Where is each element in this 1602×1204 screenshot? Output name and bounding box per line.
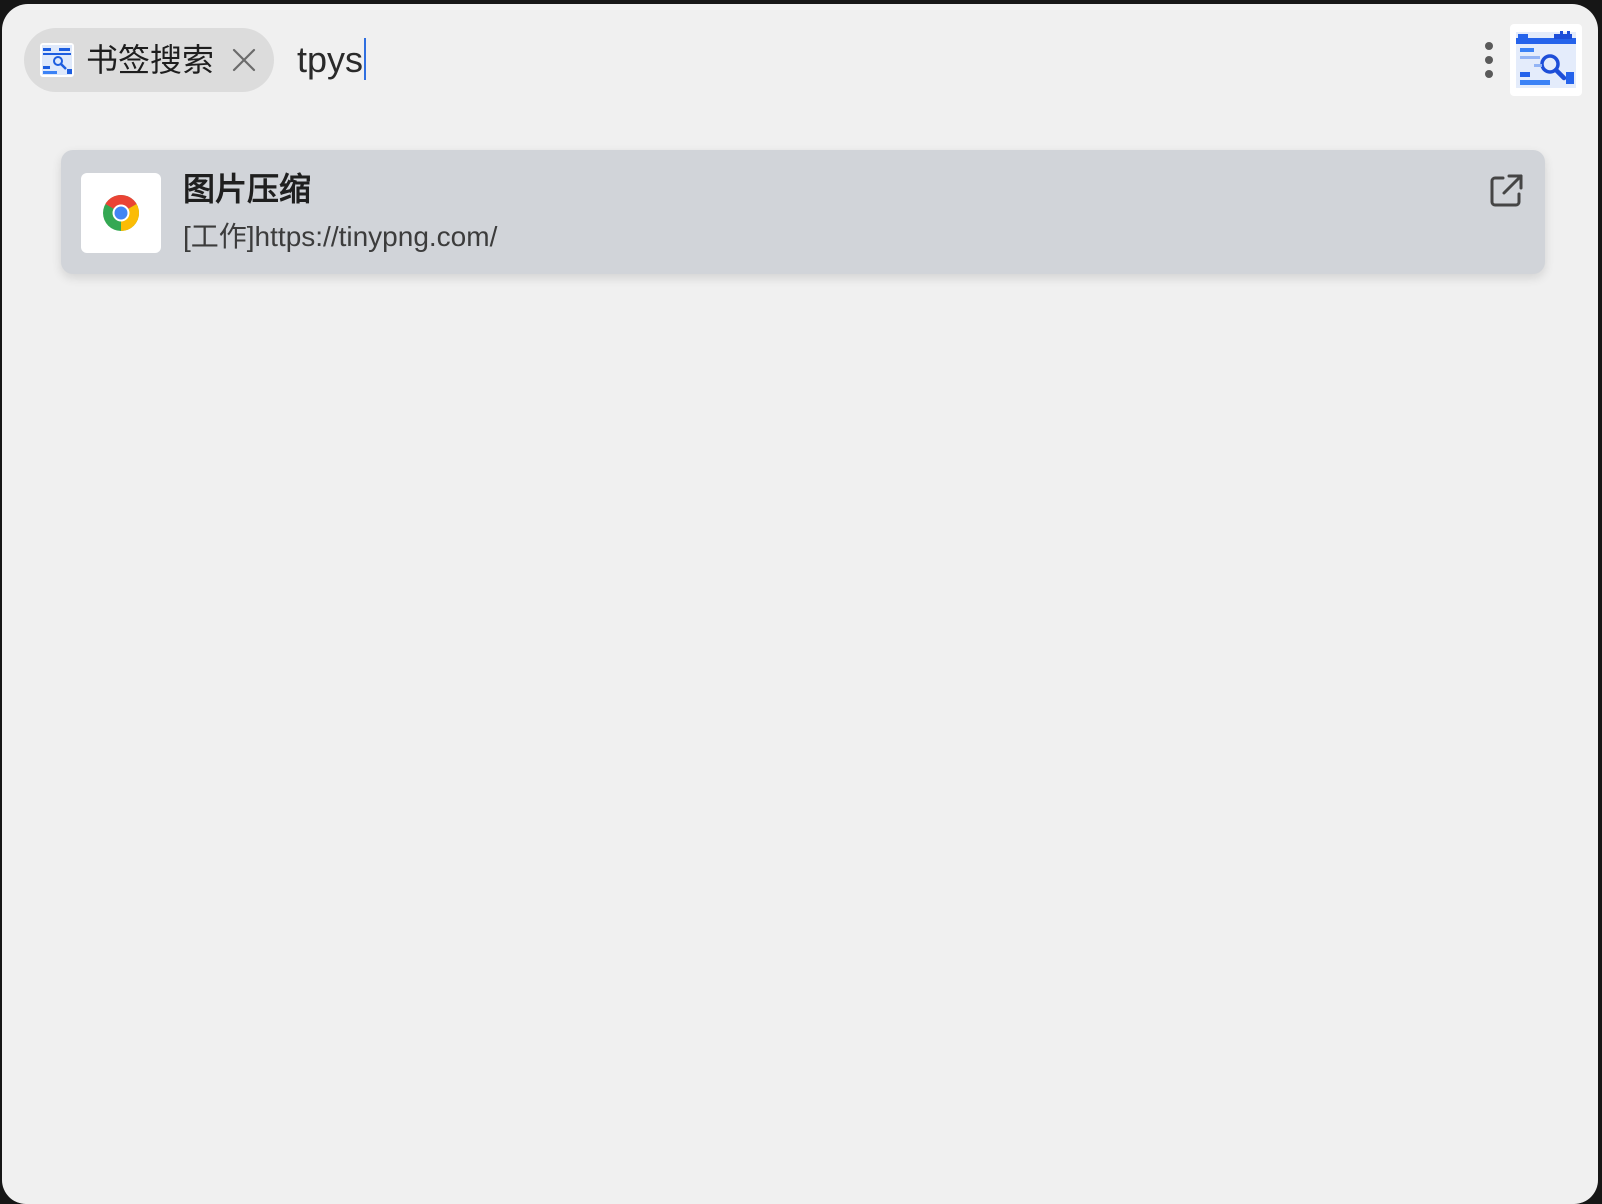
- text-caret: [364, 38, 367, 80]
- search-scope-label: 书签搜索: [86, 42, 215, 78]
- close-icon[interactable]: [230, 46, 258, 74]
- result-title: 图片压缩: [183, 171, 312, 207]
- result-url: [工作]https://tinypng.com/: [183, 221, 498, 252]
- search-scope-chip[interactable]: 书签搜索: [24, 28, 274, 92]
- result-item[interactable]: 图片压缩 [工作]https://tinypng.com/: [61, 150, 1545, 274]
- search-query-text: tpys: [297, 39, 364, 80]
- bookmark-search-logo-icon: [1510, 24, 1582, 96]
- screen-frame: 书签搜索 tpys 图片压缩 [工作]https://tinypng.com/: [0, 0, 1602, 1204]
- search-input[interactable]: tpys: [297, 38, 367, 82]
- bookmark-search-icon: [40, 43, 74, 77]
- open-external-icon[interactable]: [1487, 172, 1525, 210]
- result-favicon: [81, 173, 161, 253]
- more-vertical-icon[interactable]: [1475, 34, 1503, 86]
- chrome-icon: [103, 194, 140, 231]
- search-window: 书签搜索 tpys 图片压缩 [工作]https://tinypng.com/: [2, 4, 1598, 1204]
